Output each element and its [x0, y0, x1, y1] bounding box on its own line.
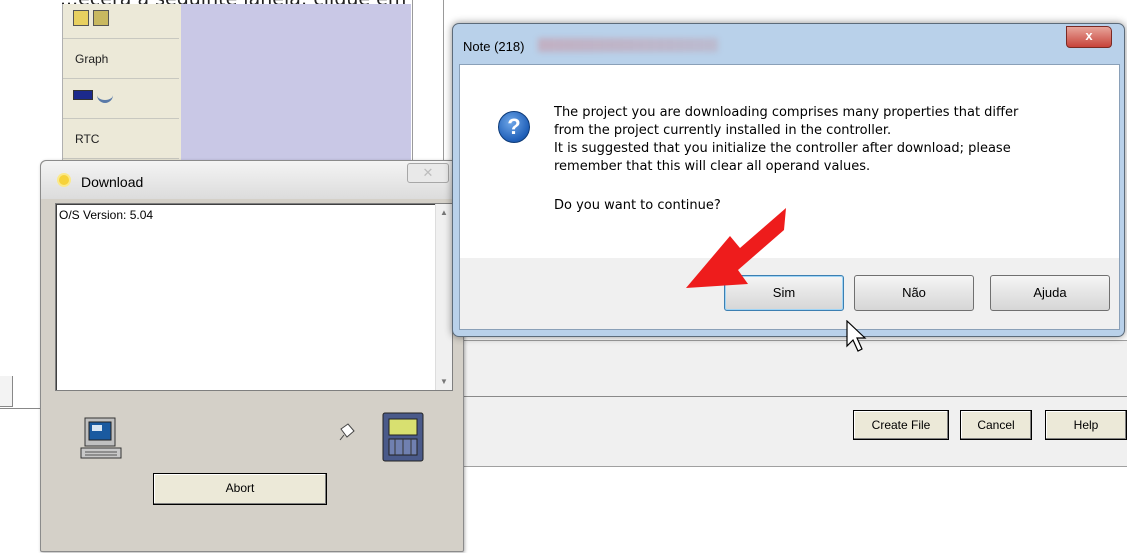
message-line: remember that this will clear all operan…: [554, 159, 871, 174]
scroll-down-icon[interactable]: ▼: [440, 377, 448, 386]
ladder-alt-icon: [93, 10, 109, 26]
download-window: Download ✕ O/S Version: 5.04 ▲ ▼ Abort: [40, 160, 464, 552]
plug-icon: [339, 423, 355, 441]
download-titlebar[interactable]: Download ✕: [41, 161, 463, 199]
controller-icon: [382, 412, 424, 462]
message-line: from the project currently installed in …: [554, 123, 892, 138]
mouse-cursor-icon: [846, 320, 867, 352]
separator: [440, 396, 1127, 397]
create-file-button[interactable]: Create File: [853, 410, 949, 440]
display-icon: [73, 90, 93, 100]
toolbar-icons-row-2[interactable]: [63, 78, 179, 119]
help-button[interactable]: Ajuda: [990, 275, 1110, 311]
close-icon[interactable]: x: [1066, 26, 1112, 48]
background-dialog: Create File Cancel Help: [440, 340, 1127, 467]
red-arrow-annotation: [686, 208, 786, 288]
ladder-icon: [73, 10, 89, 26]
log-line: O/S Version: 5.04: [59, 208, 154, 222]
abort-button[interactable]: Abort: [153, 473, 327, 505]
download-log[interactable]: O/S Version: 5.04 ▲ ▼: [55, 203, 453, 391]
dish-icon: [97, 88, 113, 103]
message-line: The project you are downloading comprise…: [554, 105, 1019, 120]
no-button[interactable]: Não: [854, 275, 974, 311]
download-title: Download: [81, 174, 144, 190]
toolbar-item-graph[interactable]: Graph: [63, 38, 179, 79]
divider-line: [0, 408, 40, 409]
scroll-up-icon[interactable]: ▲: [440, 208, 448, 217]
toolbar-label: RTC: [75, 132, 100, 146]
cancel-button[interactable]: Cancel: [960, 410, 1032, 440]
message-line: It is suggested that you initialize the …: [554, 141, 1011, 156]
toolbar-icons-row-1[interactable]: [63, 4, 179, 39]
scrollbar[interactable]: ▲ ▼: [435, 204, 452, 390]
redacted-title-text: [538, 38, 718, 52]
question-icon: ?: [498, 111, 530, 143]
note-title: Note (218): [463, 39, 525, 54]
help-button[interactable]: Help: [1045, 410, 1127, 440]
computer-icon: [80, 417, 122, 459]
download-app-icon: [59, 175, 69, 185]
close-icon[interactable]: ✕: [407, 163, 449, 183]
toolbar-item-rtc[interactable]: RTC: [63, 118, 179, 159]
window-fragment: [0, 376, 13, 407]
toolbar-label: Graph: [75, 52, 109, 66]
